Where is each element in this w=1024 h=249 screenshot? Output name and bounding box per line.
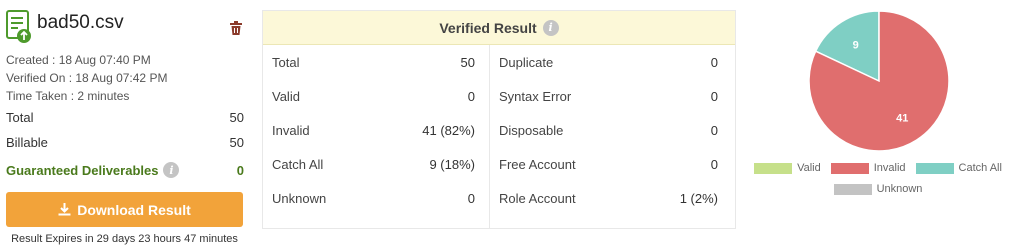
legend-swatch [830, 162, 869, 174]
guaranteed-deliverables-label: Guaranteed Deliverables [6, 162, 159, 178]
pie-data-label: 9 [853, 39, 859, 51]
summary-billable-row: Billable 50 [6, 135, 244, 150]
legend-label: Valid [797, 162, 821, 174]
result-expiry-text: Result Expires in 29 days 23 hours 47 mi… [11, 233, 238, 245]
summary-total-label: Total [6, 110, 34, 125]
result-label: Duplicate [499, 54, 554, 70]
download-result-button[interactable]: Download Result [6, 192, 243, 227]
result-label: Invalid [272, 122, 310, 138]
legend-item-catch-all[interactable]: Catch All [915, 162, 1002, 174]
verified-result-title: Verified Result [439, 19, 537, 36]
pie-data-label: 41 [896, 113, 908, 125]
result-label: Total [272, 54, 300, 70]
trash-icon[interactable] [230, 21, 242, 35]
created-time: Created : 18 Aug 07:40 PM [6, 53, 151, 67]
file-summary-panel: bad50.csv Created : 18 Aug 07:40 PM Veri… [0, 0, 250, 249]
result-value: 0 [710, 122, 718, 138]
legend-swatch [833, 183, 872, 195]
verified-result-header: Verified Result i [263, 11, 735, 45]
result-row-free-account: Free Account 0 [490, 147, 736, 181]
result-value: 9 (18%) [429, 156, 475, 172]
summary-total-row: Total 50 [6, 110, 244, 125]
result-value: 0 [710, 156, 718, 172]
download-result-label: Download Result [77, 201, 191, 218]
result-value: 0 [467, 190, 475, 206]
result-right-column: Duplicate 0 Syntax Error 0 Disposable 0 … [490, 45, 736, 228]
legend-swatch [915, 162, 954, 174]
legend-swatch [754, 162, 793, 174]
result-label: Role Account [499, 190, 576, 206]
result-value: 0 [710, 88, 718, 104]
result-label: Catch All [272, 156, 324, 172]
legend-label: Catch All [958, 162, 1002, 174]
csv-file-icon [6, 10, 31, 43]
summary-billable-value: 50 [229, 135, 244, 150]
pie-chart-svg: 9 41 [808, 10, 950, 152]
legend-item-invalid[interactable]: Invalid [830, 162, 906, 174]
result-row-valid: Valid 0 [263, 79, 489, 113]
file-name: bad50.csv [37, 12, 124, 33]
legend-item-valid[interactable]: Valid [754, 162, 821, 174]
result-row-unknown: Unknown 0 [263, 181, 489, 215]
result-label: Unknown [272, 190, 327, 206]
result-value: 50 [460, 54, 475, 70]
result-label: Valid [272, 88, 300, 104]
result-row-role-account: Role Account 1 (2%) [490, 181, 736, 215]
info-icon[interactable]: i [542, 19, 559, 36]
result-row-total: Total 50 [263, 45, 489, 79]
guaranteed-deliverables-value: 0 [236, 162, 244, 178]
result-value: 0 [467, 88, 475, 104]
result-row-catch-all: Catch All 9 (18%) [263, 147, 489, 181]
legend-label: Unknown [876, 183, 923, 195]
result-pie-chart: 9 41 Valid Invalid Catch All Unknown [748, 0, 1024, 249]
result-left-column: Total 50 Valid 0 Invalid 41 (82%) Catch … [263, 45, 490, 228]
result-row-duplicate: Duplicate 0 [490, 45, 736, 79]
result-value: 0 [710, 54, 718, 70]
chart-legend: Valid Invalid Catch All Unknown [748, 162, 1008, 204]
legend-label: Invalid [873, 162, 906, 174]
result-row-invalid: Invalid 41 (82%) [263, 113, 489, 147]
legend-item-unknown[interactable]: Unknown [833, 183, 923, 195]
verified-result-panel: Verified Result i Total 50 Valid 0 Inval… [262, 10, 736, 229]
result-label: Free Account [499, 156, 576, 172]
download-icon [58, 203, 71, 216]
result-row-syntax-error: Syntax Error 0 [490, 79, 736, 113]
info-icon[interactable]: i [163, 162, 180, 178]
verified-time: Verified On : 18 Aug 07:42 PM [6, 71, 168, 85]
result-row-disposable: Disposable 0 [490, 113, 736, 147]
result-value: 1 (2%) [679, 190, 718, 206]
summary-billable-label: Billable [6, 135, 48, 150]
time-taken: Time Taken : 2 minutes [6, 89, 130, 103]
summary-total-value: 50 [229, 110, 244, 125]
result-label: Disposable [499, 122, 564, 138]
guaranteed-deliverables-row: Guaranteed Deliverables i 0 [6, 162, 244, 178]
result-value: 41 (82%) [422, 122, 475, 138]
result-label: Syntax Error [499, 88, 572, 104]
